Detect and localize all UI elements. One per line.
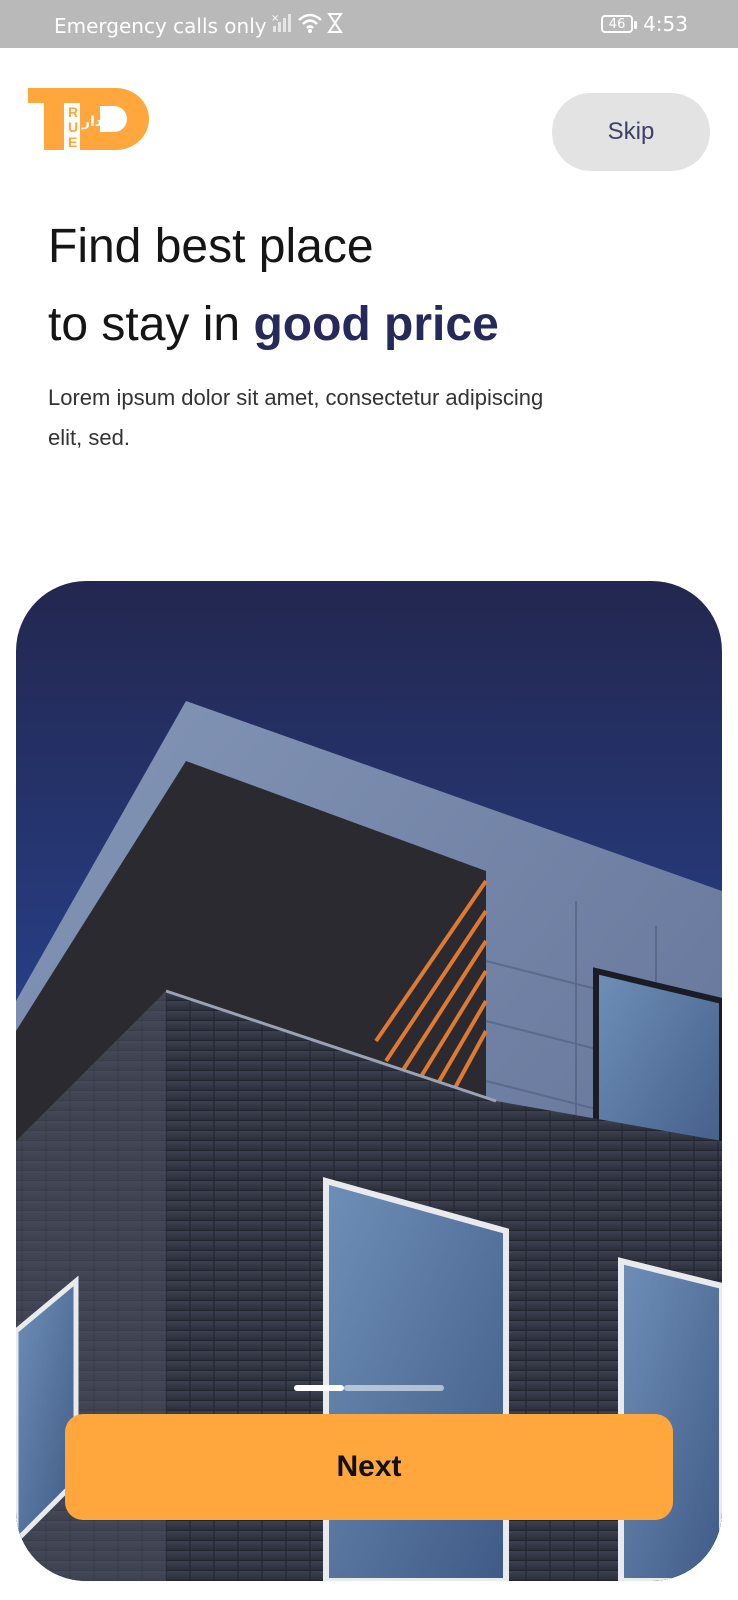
clock: 4:53 (643, 12, 688, 36)
svg-text:×: × (271, 13, 279, 24)
headline-line-2-prefix: to stay in (48, 298, 254, 351)
no-signal-icon: × (271, 12, 293, 39)
battery-level: 46 (608, 16, 626, 32)
onboarding-screen: Emergency calls only × 46 4:53 R U E دار… (0, 0, 738, 1600)
wifi-icon (297, 12, 323, 39)
page-indicator-active (294, 1385, 344, 1391)
hourglass-icon (326, 12, 343, 39)
status-bar: Emergency calls only × 46 4:53 (0, 0, 738, 48)
subtitle: Lorem ipsum dolor sit amet, consectetur … (48, 385, 544, 450)
svg-text:E: E (68, 134, 77, 150)
svg-text:U: U (68, 119, 78, 135)
carrier-text: Emergency calls only (54, 13, 267, 38)
next-button[interactable]: Next (65, 1414, 673, 1520)
headline-accent: good price (253, 298, 499, 351)
status-left: Emergency calls only × (54, 12, 343, 39)
page-title: Find best place to stay in good price (48, 208, 499, 364)
svg-text:دار: دار (81, 114, 102, 130)
status-right: 46 4:53 (601, 12, 688, 36)
page-indicator-rest (344, 1385, 444, 1391)
battery-icon: 46 (601, 15, 638, 33)
page-indicator (294, 1385, 444, 1391)
skip-button[interactable]: Skip (552, 93, 710, 171)
headline-line-1: Find best place (48, 220, 374, 273)
svg-text:R: R (68, 104, 78, 120)
app-logo: R U E دار (28, 88, 154, 154)
